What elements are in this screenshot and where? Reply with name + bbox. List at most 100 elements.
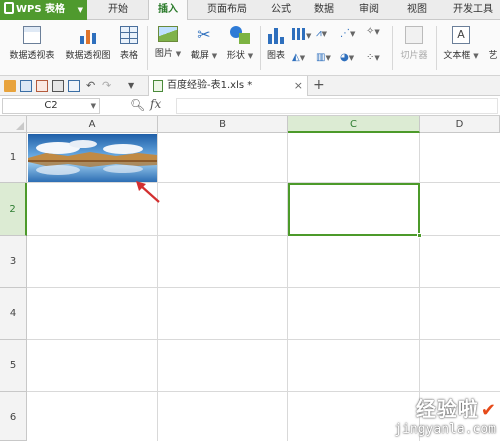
new-tab-button[interactable]: + [313, 76, 325, 94]
tab-formulas[interactable]: 公式 [262, 0, 300, 20]
table-button[interactable]: 表格 [116, 24, 142, 61]
gridline [27, 182, 500, 183]
row-header-1[interactable]: 1 [0, 133, 27, 183]
pivot-chart-icon [78, 26, 98, 44]
customize-dropdown-icon[interactable]: ▼ [128, 80, 140, 92]
tab-page-layout[interactable]: 页面布局 [197, 0, 257, 20]
picture-icon [158, 26, 178, 42]
chevron-down-icon: ▼ [77, 6, 83, 14]
open-folder-icon[interactable] [4, 80, 16, 92]
pivot-table-button[interactable]: 数据透视表 [6, 24, 58, 61]
pivot-chart-button[interactable]: 数据透视图 [62, 24, 114, 61]
fx-icon[interactable]: fx [150, 97, 161, 111]
scatter-chart-icon: ⋰ [340, 28, 350, 39]
area-chart-icon: ◭ [292, 52, 300, 63]
app-menu-button[interactable]: WPS 表格 ▼ [0, 0, 87, 20]
ribbon-divider [260, 26, 261, 70]
column-header-c[interactable]: C [288, 116, 420, 133]
slicer-button[interactable]: 切片器 [396, 24, 432, 61]
tab-home[interactable]: 开始 [98, 0, 138, 20]
chevron-down-icon: ▼ [473, 52, 479, 60]
shape-button[interactable]: 形状 ▼ [224, 24, 256, 61]
line-chart-dropdown[interactable]: ⩘▼ [316, 28, 327, 39]
column-header-b[interactable]: B [158, 116, 288, 133]
row-header-3[interactable]: 3 [0, 236, 27, 288]
column-header-d[interactable]: D [420, 116, 500, 133]
area-chart-dropdown[interactable]: ◭▼ [292, 52, 305, 63]
formula-bar: C2 ▼ 🔍︎ fx [0, 96, 500, 116]
undo-icon[interactable]: ↶ [86, 80, 98, 92]
print-icon[interactable] [52, 80, 64, 92]
slicer-icon [405, 26, 423, 44]
zoom-icon[interactable]: 🔍︎ [130, 98, 145, 112]
export-pdf-icon[interactable] [36, 80, 48, 92]
gridline [27, 391, 500, 392]
chevron-down-icon: ▼ [211, 52, 218, 60]
landscape-image [28, 134, 157, 182]
art-text-icon [487, 26, 499, 44]
document-tab-label: 百度经验-表1.xls * [167, 80, 253, 91]
formula-input[interactable] [176, 98, 498, 114]
save-icon[interactable] [20, 80, 32, 92]
tab-insert[interactable]: 插入 [148, 0, 188, 21]
print-preview-icon[interactable] [68, 80, 80, 92]
textbox-icon: A [452, 26, 470, 44]
scissors-icon: ✂ [197, 25, 211, 44]
table-icon [120, 26, 138, 44]
other-chart-dropdown[interactable]: ✧▼ [366, 26, 380, 37]
pivot-table-icon [23, 26, 41, 44]
select-all-corner[interactable] [0, 116, 27, 133]
chevron-down-icon: ▼ [90, 102, 96, 110]
ribbon-divider [436, 26, 437, 70]
scatter-chart-dropdown[interactable]: ⋰▼ [340, 28, 355, 39]
fill-handle[interactable] [417, 233, 422, 238]
screenshot-button[interactable]: ✂ 截屏 ▼ [188, 24, 220, 62]
ribbon: 数据透视表 数据透视图 表格 图片 ▼ ✂ 截屏 ▼ 形状 ▼ 图表 ▼ ⩘▼ … [0, 20, 500, 76]
watermark-title: 经验啦 [415, 397, 479, 421]
quick-access-bar: ↶ ↷ ▼ 百度经验-表1.xls * × + [0, 76, 500, 96]
chart-icon [266, 26, 286, 44]
document-tab[interactable]: 百度经验-表1.xls * × [148, 76, 308, 96]
gridline [27, 339, 500, 340]
ribbon-divider [147, 26, 148, 70]
tab-view[interactable]: 视图 [398, 0, 436, 20]
art-text-button[interactable]: 艺 [486, 24, 500, 61]
shape-icon [230, 26, 250, 44]
red-arrow-annotation [136, 181, 160, 203]
pie-chart-icon: ◕ [340, 52, 349, 63]
gridline [27, 235, 500, 236]
ribbon-divider [392, 26, 393, 70]
redo-icon[interactable]: ↷ [102, 80, 114, 92]
row-header-5[interactable]: 5 [0, 340, 27, 392]
menu-bar: WPS 表格 ▼ 开始 插入 页面布局 公式 数据 审阅 视图 开发工具 [0, 0, 500, 21]
app-name: WPS 表格 [16, 4, 66, 15]
active-cell-c2[interactable] [288, 183, 422, 238]
more-chart-dropdown[interactable]: ⁘▼ [366, 52, 380, 63]
row-header-6[interactable]: 6 [0, 392, 27, 441]
column-chart-icon [292, 28, 306, 40]
spreadsheet-file-icon [153, 80, 163, 92]
watermark-url: jingyanla.com [394, 422, 496, 437]
inserted-landscape-picture[interactable] [28, 134, 157, 182]
row-header-4[interactable]: 4 [0, 288, 27, 340]
chevron-down-icon: ▼ [175, 50, 182, 58]
column-header-a[interactable]: A [27, 116, 158, 133]
close-icon[interactable]: × [294, 76, 303, 96]
name-box[interactable]: C2 ▼ [2, 98, 100, 114]
wps-logo-icon [4, 2, 14, 14]
tab-developer[interactable]: 开发工具 [446, 0, 500, 20]
column-chart-dropdown[interactable]: ▼ [292, 28, 311, 41]
textbox-button[interactable]: A 文本框 ▼ [440, 24, 482, 61]
bar-chart-dropdown[interactable]: ▥▼ [316, 52, 331, 63]
spreadsheet-grid: A B C D 1 2 3 4 5 6 经验啦 ✔ jingyanla.com [0, 116, 500, 441]
tab-review[interactable]: 审阅 [350, 0, 388, 20]
gridline [27, 287, 500, 288]
row-header-2[interactable]: 2 [0, 183, 27, 236]
watermark: 经验啦 ✔ jingyanla.com [394, 393, 496, 437]
pie-chart-dropdown[interactable]: ◕▼ [340, 52, 354, 63]
chart-button[interactable]: 图表 [264, 24, 288, 61]
checkmark-icon: ✔ [480, 400, 496, 421]
tab-data[interactable]: 数据 [305, 0, 343, 20]
chevron-down-icon: ▼ [247, 52, 254, 60]
picture-button[interactable]: 图片 ▼ [152, 24, 184, 59]
